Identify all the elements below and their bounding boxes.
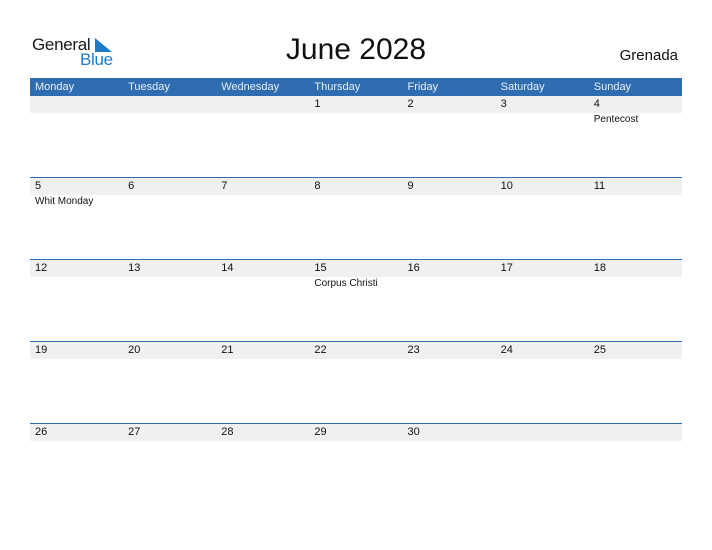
day-number: 2 bbox=[407, 98, 414, 110]
day-number-strip: 5 6 7 8 9 10 11 bbox=[30, 178, 682, 195]
country-label: Grenada bbox=[619, 47, 678, 64]
day-number: 15 bbox=[314, 262, 327, 274]
day-number: 11 bbox=[593, 180, 606, 192]
holiday-label bbox=[216, 113, 309, 126]
day-number: 18 bbox=[593, 262, 606, 274]
day-number: 9 bbox=[407, 180, 414, 192]
day-number: 28 bbox=[221, 426, 234, 438]
events-row: Corpus Christi bbox=[30, 277, 682, 290]
weekday-header: Monday bbox=[35, 81, 75, 93]
day-number bbox=[216, 96, 309, 113]
holiday-label bbox=[403, 113, 496, 126]
day-number: 29 bbox=[314, 426, 327, 438]
day-number: 13 bbox=[128, 262, 141, 274]
holiday-label bbox=[30, 277, 123, 290]
week-row: 26 27 28 29 30 bbox=[30, 423, 682, 505]
day-number: 5 bbox=[35, 180, 42, 192]
day-number: 17 bbox=[500, 262, 513, 274]
day-number: 3 bbox=[500, 98, 507, 110]
holiday-label bbox=[216, 277, 309, 290]
day-number bbox=[123, 96, 216, 113]
weekday-header: Sunday bbox=[593, 81, 632, 93]
day-number: 1 bbox=[314, 98, 321, 110]
week-row: 5 6 7 8 9 10 11 Whit Monday bbox=[30, 177, 682, 259]
week-row: 19 20 21 22 23 24 25 bbox=[30, 341, 682, 423]
weeks-container: 1 2 3 4 Pentecost 5 6 7 8 9 10 11 Whit Monday 12 13 14 1… bbox=[30, 96, 682, 505]
day-number: 27 bbox=[128, 426, 141, 438]
day-number-strip: 1 2 3 4 bbox=[30, 96, 682, 113]
day-number: 24 bbox=[500, 344, 513, 356]
holiday-label bbox=[403, 277, 496, 290]
day-number: 19 bbox=[35, 344, 48, 356]
weekday-header: Friday bbox=[407, 81, 439, 93]
day-number-strip: 26 27 28 29 30 bbox=[30, 424, 682, 441]
day-number: 7 bbox=[221, 180, 228, 192]
weekday-header-row: Monday Tuesday Wednesday Thursday Friday… bbox=[30, 78, 682, 96]
week-row: 1 2 3 4 Pentecost bbox=[30, 96, 682, 177]
day-number: 23 bbox=[407, 344, 420, 356]
day-number: 22 bbox=[314, 344, 327, 356]
events-row: Pentecost bbox=[30, 113, 682, 126]
day-number: 25 bbox=[593, 344, 606, 356]
day-number: 8 bbox=[314, 180, 321, 192]
day-number bbox=[589, 424, 682, 441]
day-number: 21 bbox=[221, 344, 234, 356]
day-number bbox=[30, 96, 123, 113]
day-number bbox=[496, 424, 589, 441]
holiday-label bbox=[123, 195, 216, 208]
holiday-label bbox=[30, 113, 123, 126]
weekday-header: Saturday bbox=[500, 81, 545, 93]
day-number: 10 bbox=[500, 180, 513, 192]
holiday-label bbox=[403, 195, 496, 208]
day-number: 12 bbox=[35, 262, 48, 274]
week-row: 12 13 14 15 16 17 18 Corpus Christi bbox=[30, 259, 682, 341]
weekday-header: Tuesday bbox=[128, 81, 170, 93]
holiday-label bbox=[589, 277, 682, 290]
holiday-label bbox=[496, 195, 589, 208]
holiday-label bbox=[123, 277, 216, 290]
holiday-label: Whit Monday bbox=[35, 196, 94, 207]
day-number-strip: 12 13 14 15 16 17 18 bbox=[30, 260, 682, 277]
holiday-label bbox=[216, 195, 309, 208]
day-number: 16 bbox=[407, 262, 420, 274]
holiday-label bbox=[496, 113, 589, 126]
day-number-strip: 19 20 21 22 23 24 25 bbox=[30, 342, 682, 359]
day-number: 4 bbox=[593, 98, 600, 110]
holiday-label bbox=[496, 277, 589, 290]
calendar-grid: Monday Tuesday Wednesday Thursday Friday… bbox=[30, 78, 682, 505]
page-title: June 2028 bbox=[285, 33, 427, 66]
holiday-label: Pentecost bbox=[593, 114, 639, 125]
day-number: 20 bbox=[128, 344, 141, 356]
weekday-header: Thursday bbox=[314, 81, 361, 93]
events-row: Whit Monday bbox=[30, 195, 682, 208]
day-number: 6 bbox=[128, 180, 135, 192]
day-number: 30 bbox=[407, 426, 420, 438]
holiday-label bbox=[309, 195, 402, 208]
day-number: 26 bbox=[35, 426, 48, 438]
holiday-label bbox=[309, 113, 402, 126]
holiday-label: Corpus Christi bbox=[314, 278, 378, 289]
day-number: 14 bbox=[221, 262, 234, 274]
weekday-header: Wednesday bbox=[221, 81, 280, 93]
holiday-label bbox=[123, 113, 216, 126]
holiday-label bbox=[589, 195, 682, 208]
